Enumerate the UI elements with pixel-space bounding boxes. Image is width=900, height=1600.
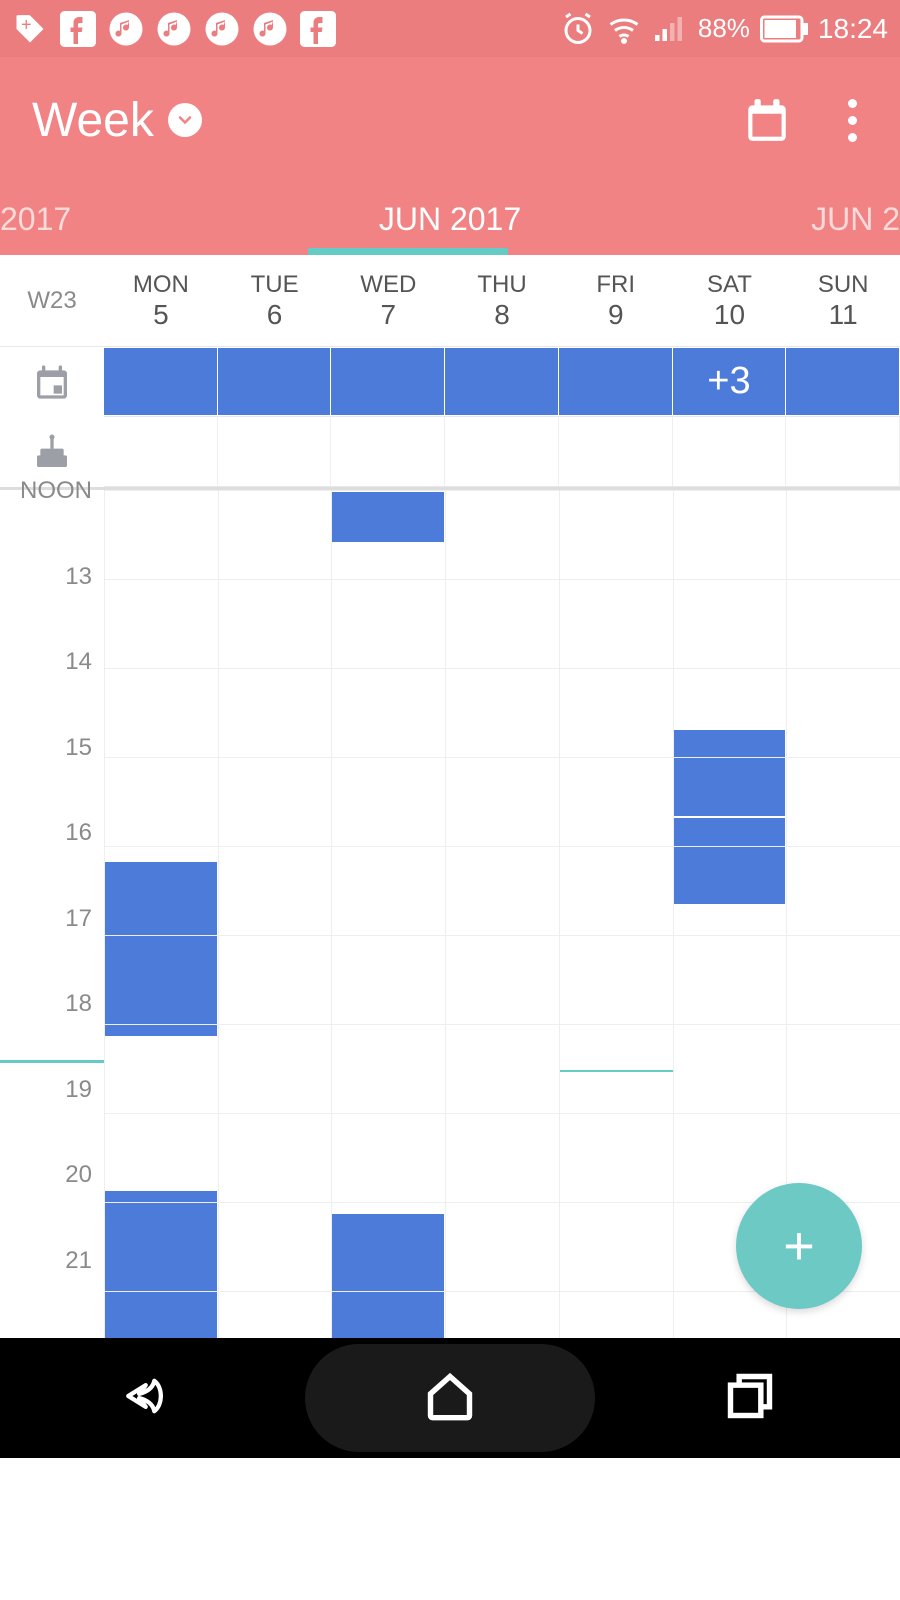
event-block[interactable] <box>332 1212 444 1345</box>
view-label: Week <box>32 93 154 148</box>
month-current[interactable]: JUN 2017 <box>379 201 521 238</box>
signal-icon <box>652 11 688 47</box>
clock-time: 18:24 <box>818 13 888 45</box>
allday-event[interactable] <box>786 348 899 415</box>
grid-col-wed[interactable] <box>331 490 445 1345</box>
grid-col-mon[interactable] <box>104 490 218 1345</box>
facebook-icon <box>60 11 96 47</box>
now-indicator-gutter <box>0 1060 104 1063</box>
status-bar: + 88% 18:24 <box>0 0 900 57</box>
music-circle-icon <box>252 11 288 47</box>
alarm-icon <box>560 11 596 47</box>
allday-row-birthdays <box>104 417 900 487</box>
today-button[interactable]: 9 <box>742 95 792 145</box>
music-circle-icon <box>108 11 144 47</box>
recent-apps-button[interactable] <box>724 1370 776 1427</box>
day-header-sun[interactable]: SUN 11 <box>786 255 900 346</box>
allday-event[interactable] <box>104 348 217 415</box>
allday-event[interactable] <box>331 348 444 415</box>
music-circle-icon <box>204 11 240 47</box>
allday-empty[interactable] <box>104 417 218 486</box>
allday-event[interactable] <box>559 348 672 415</box>
day-header-wed[interactable]: WED 7 <box>331 255 445 346</box>
music-circle-icon <box>156 11 192 47</box>
allday-empty[interactable] <box>331 417 445 486</box>
allday-section: +3 <box>0 347 900 487</box>
android-navbar <box>0 1338 900 1458</box>
battery-percent: 88% <box>698 13 750 44</box>
event-block[interactable] <box>674 816 786 904</box>
allday-event[interactable] <box>445 348 558 415</box>
grid-col-fri[interactable] <box>559 490 673 1345</box>
add-event-fab[interactable]: + <box>736 1183 862 1309</box>
day-headers: W23 MON 5 TUE 6 WED 7 THU 8 FRI 9 SAT 10… <box>0 255 900 347</box>
battery-icon <box>760 11 808 47</box>
time-label: 21 <box>0 1260 104 1346</box>
week-number: W23 <box>0 255 104 346</box>
month-prev[interactable]: 2017 <box>0 201 71 238</box>
allday-calendar-icon <box>0 347 104 417</box>
allday-empty[interactable] <box>445 417 559 486</box>
day-header-thu[interactable]: THU 8 <box>445 255 559 346</box>
allday-event-overflow[interactable]: +3 <box>673 348 786 415</box>
allday-empty[interactable] <box>218 417 332 486</box>
day-header-mon[interactable]: MON 5 <box>104 255 218 346</box>
allday-event[interactable] <box>218 348 331 415</box>
app-header: Week 9 2017 JUN 2017 JUN 2 <box>0 57 900 255</box>
day-header-sat[interactable]: SAT 10 <box>673 255 787 346</box>
grid-col-tue[interactable] <box>218 490 332 1345</box>
svg-text:+: + <box>21 14 32 34</box>
more-button[interactable] <box>832 99 872 142</box>
today-date-number: 9 <box>762 115 772 136</box>
month-tabs[interactable]: 2017 JUN 2017 JUN 2 <box>0 183 900 255</box>
day-header-tue[interactable]: TUE 6 <box>218 255 332 346</box>
event-block[interactable] <box>105 1189 217 1345</box>
allday-empty[interactable] <box>786 417 900 486</box>
back-button[interactable] <box>124 1370 176 1427</box>
now-indicator <box>560 1070 673 1072</box>
time-labels: NOON 13 14 15 16 17 18 19 20 21 <box>0 490 104 1345</box>
allday-row-events: +3 <box>104 347 900 417</box>
grid-col-thu[interactable] <box>445 490 559 1345</box>
view-switch[interactable]: Week <box>32 93 202 148</box>
chevron-down-icon <box>168 103 202 137</box>
wifi-icon <box>606 11 642 47</box>
day-header-fri[interactable]: FRI 9 <box>559 255 673 346</box>
plus-icon: + <box>783 1215 815 1277</box>
month-next[interactable]: JUN 2 <box>811 201 900 238</box>
event-block[interactable] <box>105 860 217 1036</box>
facebook-icon <box>300 11 336 47</box>
tab-indicator <box>308 248 508 255</box>
event-block[interactable] <box>674 728 786 816</box>
event-block[interactable] <box>332 490 444 542</box>
tag-plus-icon: + <box>12 11 48 47</box>
allday-empty[interactable] <box>559 417 673 486</box>
allday-empty[interactable] <box>673 417 787 486</box>
home-button[interactable] <box>424 1370 476 1427</box>
